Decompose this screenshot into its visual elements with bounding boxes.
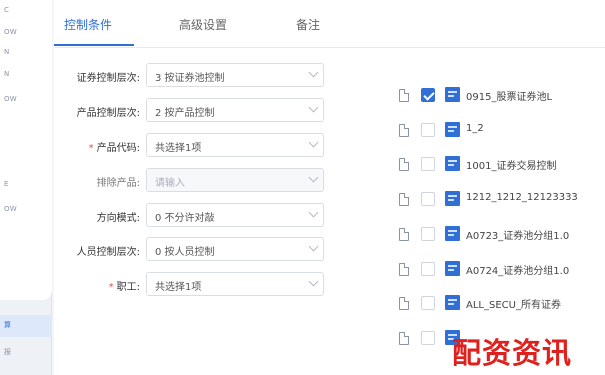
list-item[interactable]: ALL_SECU_所有证券 — [399, 293, 605, 317]
item-label: A0724_证券池分组1.0 — [466, 266, 570, 277]
product-level-select[interactable]: 2 按产品控制 — [146, 98, 324, 122]
security-level-select[interactable]: 3 按证券池控制 — [146, 63, 324, 87]
pool-icon — [445, 295, 460, 310]
required-mark: * — [108, 282, 114, 293]
tab-control-conditions[interactable]: 控制条件 — [64, 16, 112, 33]
item-label: 1_2 — [466, 123, 484, 134]
pool-icon — [445, 122, 460, 137]
item-label: ALL_SECU_所有证券 — [466, 300, 561, 311]
item-checkbox[interactable] — [421, 192, 435, 206]
item-checkbox[interactable] — [421, 123, 435, 137]
sidebar-item[interactable]: C — [4, 6, 48, 14]
select-value: 0 不分许对敲 — [155, 213, 215, 224]
file-icon — [399, 228, 409, 241]
file-icon — [399, 124, 409, 137]
file-icon — [399, 297, 409, 310]
product-code-select[interactable]: 共选择1项 — [146, 133, 324, 157]
sidebar-item-bottom[interactable]: 算 — [4, 320, 48, 330]
sidebar: C OW N N OW E OW 算 报 — [0, 0, 52, 375]
item-checkbox[interactable] — [421, 227, 435, 241]
form-row-product-level: 产品控制层次: 2 按产品控制 — [54, 98, 334, 124]
item-checkbox[interactable] — [421, 262, 435, 276]
sidebar-item[interactable]: E — [4, 180, 48, 188]
form-row-product-code: * 产品代码: 共选择1项 — [54, 133, 334, 159]
file-icon — [399, 332, 409, 345]
form-row-security-level: 证券控制层次: 3 按证券池控制 — [54, 63, 334, 89]
pool-icon — [445, 156, 460, 171]
list-item[interactable]: 0915_股票证券池L — [399, 85, 605, 109]
sidebar-item[interactable]: OW — [4, 28, 48, 36]
list-item[interactable]: 1001_证券交易控制 — [399, 154, 605, 178]
employee-select[interactable]: 共选择1项 — [146, 272, 324, 296]
chevron-down-icon — [308, 276, 319, 287]
form-label: * 职工: — [109, 278, 140, 293]
pool-icon — [445, 191, 460, 206]
select-value: 3 按证券池控制 — [155, 73, 225, 84]
sidebar-item-bottom[interactable]: 报 — [4, 347, 48, 357]
file-icon — [399, 89, 409, 102]
chevron-down-icon — [308, 137, 319, 148]
sidebar-item[interactable]: OW — [4, 95, 48, 103]
select-value: 共选择1项 — [155, 143, 202, 154]
required-mark: * — [88, 143, 94, 154]
sidebar-menu: C OW N N OW E OW — [0, 0, 52, 300]
form-label: 证券控制层次: — [76, 73, 140, 84]
select-value: 共选择1项 — [155, 282, 202, 293]
item-checkbox[interactable] — [421, 331, 435, 345]
chevron-down-icon — [308, 102, 319, 113]
form-label-text: 产品代码: — [96, 143, 140, 154]
select-value: 2 按产品控制 — [155, 108, 215, 119]
form-label-text: 职工: — [116, 282, 140, 293]
exclude-product-select[interactable]: 请输入 — [146, 168, 324, 192]
pool-icon — [445, 226, 460, 241]
item-checkbox[interactable] — [421, 88, 435, 102]
select-placeholder: 请输入 — [155, 178, 185, 189]
item-label: 1001_证券交易控制 — [466, 161, 557, 172]
sidebar-item[interactable]: OW — [4, 205, 48, 213]
form-row-personnel-level: 人员控制层次: 0 按人员控制 — [54, 237, 334, 263]
watermark: 配资资讯 — [452, 336, 573, 370]
item-label: 0915_股票证券池L — [466, 92, 553, 103]
chevron-down-icon — [308, 207, 319, 218]
active-tab-indicator — [54, 44, 134, 46]
form-label: 方向模式: — [96, 213, 140, 224]
sidebar-item[interactable]: N — [4, 48, 48, 56]
main-panel: 控制条件 高级设置 备注 证券控制层次: 3 按证券池控制 产品控制层次: 2 … — [54, 0, 605, 375]
form-row-exclude-product: 排除产品: 请输入 — [54, 168, 334, 194]
form-label: * 产品代码: — [89, 139, 140, 154]
file-icon — [399, 263, 409, 276]
file-icon — [399, 158, 409, 171]
sidebar-item[interactable]: N — [4, 70, 48, 78]
item-label: 1212_1212_12123333 — [466, 192, 578, 203]
file-icon — [399, 193, 409, 206]
tab-advanced-settings[interactable]: 高级设置 — [179, 16, 227, 33]
pool-icon — [445, 261, 460, 276]
personnel-level-select[interactable]: 0 按人员控制 — [146, 237, 324, 261]
app-frame: C OW N N OW E OW 算 报 控制条件 高级设置 备注 证券控制层次… — [0, 0, 605, 375]
direction-mode-select[interactable]: 0 不分许对敲 — [146, 203, 324, 227]
form-row-direction-mode: 方向模式: 0 不分许对敲 — [54, 203, 334, 229]
chevron-down-icon — [308, 67, 319, 78]
select-value: 0 按人员控制 — [155, 247, 215, 258]
form-label: 产品控制层次: — [76, 108, 140, 119]
chevron-down-icon — [308, 172, 319, 183]
pool-icon — [445, 87, 460, 102]
tab-bar: 控制条件 高级设置 备注 — [54, 0, 605, 48]
list-item[interactable]: 1_2 — [399, 120, 605, 144]
chevron-down-icon — [308, 241, 319, 252]
item-checkbox[interactable] — [421, 296, 435, 310]
list-item[interactable]: A0723_证券池分组1.0 — [399, 224, 605, 248]
item-label: A0723_证券池分组1.0 — [466, 231, 570, 242]
item-checkbox[interactable] — [421, 157, 435, 171]
form-label: 人员控制层次: — [76, 247, 140, 258]
form-label: 排除产品: — [96, 178, 140, 189]
list-item[interactable]: 1212_1212_12123333 — [399, 189, 605, 213]
form-row-employee: * 职工: 共选择1项 — [54, 272, 334, 298]
tab-remarks[interactable]: 备注 — [296, 16, 320, 33]
list-item[interactable]: A0724_证券池分组1.0 — [399, 259, 605, 283]
